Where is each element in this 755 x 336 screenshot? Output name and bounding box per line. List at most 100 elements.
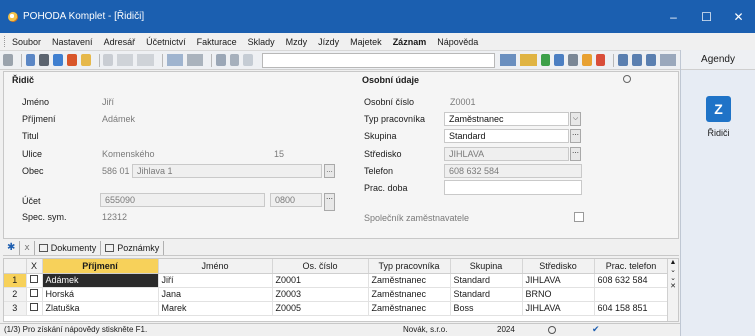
cell-prijmeni[interactable]: Zlatuška [42, 301, 159, 316]
ulice-value[interactable]: Komenského [102, 149, 155, 159]
print-icon[interactable] [39, 54, 50, 66]
row-checkbox[interactable] [26, 273, 43, 288]
banka-picker-button[interactable]: ⋯ [324, 193, 335, 211]
back-icon[interactable] [166, 54, 183, 66]
command-input[interactable] [262, 52, 495, 68]
minimize-button[interactable]: – [657, 0, 690, 33]
cell-os-cislo[interactable]: Z0001 [272, 273, 369, 288]
save-icon[interactable] [215, 54, 226, 66]
menu-majetek[interactable]: Majetek [350, 37, 382, 47]
row-checkbox[interactable] [26, 287, 43, 302]
cell-os-cislo[interactable]: Z0003 [272, 287, 369, 302]
filter-icon[interactable] [499, 54, 517, 66]
export-icon[interactable] [554, 54, 565, 66]
pdf-icon[interactable] [66, 54, 77, 66]
delete-dropdown-icon[interactable] [137, 54, 154, 66]
tab-poznamky[interactable]: Poznámky [101, 240, 165, 255]
menu-napoveda[interactable]: Nápověda [437, 37, 478, 47]
cell-jmeno[interactable]: Jana [158, 287, 273, 302]
psc-value[interactable]: 586 01 [102, 166, 130, 176]
skupina-picker-button[interactable]: ⋯ [570, 129, 581, 143]
copy-icon[interactable] [243, 54, 254, 66]
cell-stredisko[interactable]: JIHLAVA [522, 301, 595, 316]
menu-mzdy[interactable]: Mzdy [286, 37, 308, 47]
forward-icon[interactable] [186, 54, 204, 66]
cell-telefon[interactable]: 608 632 584 [594, 273, 669, 288]
spolecnik-checkbox[interactable] [574, 212, 584, 222]
record-nav-icon[interactable] [3, 54, 13, 66]
skupina-field[interactable]: Standard [444, 129, 569, 143]
menu-ucetnictvi[interactable]: Účetnictví [146, 37, 186, 47]
cell-telefon[interactable]: 604 158 851 [594, 301, 669, 316]
refresh-icon[interactable] [540, 54, 551, 66]
menu-sklady[interactable]: Sklady [248, 37, 275, 47]
cell-stredisko[interactable]: JIHLAVA [522, 273, 595, 288]
cell-os-cislo[interactable]: Z0005 [272, 301, 369, 316]
maximize-button[interactable]: ☐ [690, 0, 723, 33]
close-button[interactable]: ✕ [722, 0, 755, 33]
open-folder-icon[interactable] [80, 54, 91, 66]
menu-zaznam[interactable]: Záznam [393, 37, 427, 47]
cell-typ[interactable]: Zaměstnanec [368, 273, 451, 288]
email-icon[interactable] [53, 54, 63, 66]
obec-picker-button[interactable]: … [324, 164, 335, 178]
cell-prijmeni[interactable]: Horská [42, 287, 159, 302]
cell-skupina[interactable]: Standard [450, 273, 523, 288]
stredisko-field[interactable]: JIHLAVA [444, 147, 569, 161]
cell-typ[interactable]: Zaměstnanec [368, 287, 451, 302]
row-checkbox[interactable] [26, 301, 43, 316]
tab-dokumenty[interactable]: Dokumenty [35, 240, 102, 255]
cell-stredisko[interactable]: BRNO [522, 287, 595, 302]
collapse-section-icon[interactable] [623, 75, 631, 83]
grid-scrollbar[interactable]: ▲ ⌄ ⌄ ✕ [667, 259, 678, 321]
agenda-item-ridici[interactable]: Řidiči [681, 128, 755, 138]
cell-skupina[interactable]: Boss [450, 301, 523, 316]
spec-sym-value[interactable]: 12312 [102, 212, 127, 222]
print-preview-icon[interactable] [25, 54, 36, 66]
column-header-os-cislo[interactable]: Os. číslo [272, 259, 369, 274]
help-dropdown-icon[interactable] [659, 54, 676, 66]
table-row[interactable]: 1 Adámek Jiří Z0001 Zaměstnanec Standard… [4, 273, 669, 288]
users-icon[interactable] [581, 54, 592, 66]
telefon-field[interactable]: 608 632 584 [444, 164, 582, 178]
table-row[interactable]: 3 Zlatuška Marek Z0005 Zaměstnanec Boss … [4, 301, 669, 316]
cell-telefon[interactable] [594, 287, 669, 302]
cell-typ[interactable]: Zaměstnanec [368, 301, 451, 316]
menu-nastaveni[interactable]: Nastavení [52, 37, 93, 47]
cell-jmeno[interactable]: Marek [158, 301, 273, 316]
tag-folder-icon[interactable] [520, 54, 537, 66]
column-header-jmeno[interactable]: Jméno [158, 259, 273, 274]
column-header-prijmeni[interactable]: Příjmení [42, 259, 159, 274]
calculator-icon[interactable] [568, 54, 578, 66]
column-header-prac-telefon[interactable]: Prac. telefon [594, 259, 669, 274]
cell-prijmeni[interactable]: Adámek [42, 273, 159, 288]
menu-soubor[interactable]: Soubor [12, 37, 41, 47]
menu-jizdy[interactable]: Jízdy [318, 37, 339, 47]
cislo-popisne-value[interactable]: 15 [274, 149, 284, 159]
banka-field[interactable]: 0800 [270, 193, 322, 207]
column-header-skupina[interactable]: Skupina [450, 259, 523, 274]
filter-clear-icon[interactable]: ⅹ [20, 240, 35, 255]
iban-icon[interactable] [595, 54, 606, 66]
layout-icon[interactable] [618, 54, 629, 66]
stredisko-picker-button[interactable]: ⋯ [570, 147, 581, 161]
prac-doba-field[interactable] [444, 180, 582, 195]
tabs-pin-icon[interactable]: ✱ [3, 240, 21, 255]
jmeno-value[interactable]: Jiří [102, 97, 114, 107]
column-header-typ-pracovnika[interactable]: Typ pracovníka [368, 259, 451, 274]
osobni-cislo-value[interactable]: Z0001 [450, 97, 476, 107]
prijmeni-value[interactable]: Adámek [102, 114, 135, 124]
window-icon[interactable] [632, 54, 642, 66]
typ-pracovnika-select[interactable]: Zaměstnanec [444, 112, 569, 126]
obec-field[interactable]: Jihlava 1 [132, 164, 322, 178]
typ-pracovnika-dropdown-icon[interactable]: ⌵ [570, 112, 581, 126]
ridici-agenda-icon[interactable]: Z [706, 96, 731, 122]
cell-jmeno[interactable]: Jiří [158, 273, 273, 288]
cancel-icon[interactable] [229, 54, 240, 66]
new-record-icon[interactable] [103, 54, 114, 66]
ucet-field[interactable]: 655090 [100, 193, 265, 207]
menu-adresar[interactable]: Adresář [104, 37, 136, 47]
edit-dropdown-icon[interactable] [117, 54, 134, 66]
split-icon[interactable] [645, 54, 656, 66]
column-header-x[interactable]: X [26, 259, 43, 274]
